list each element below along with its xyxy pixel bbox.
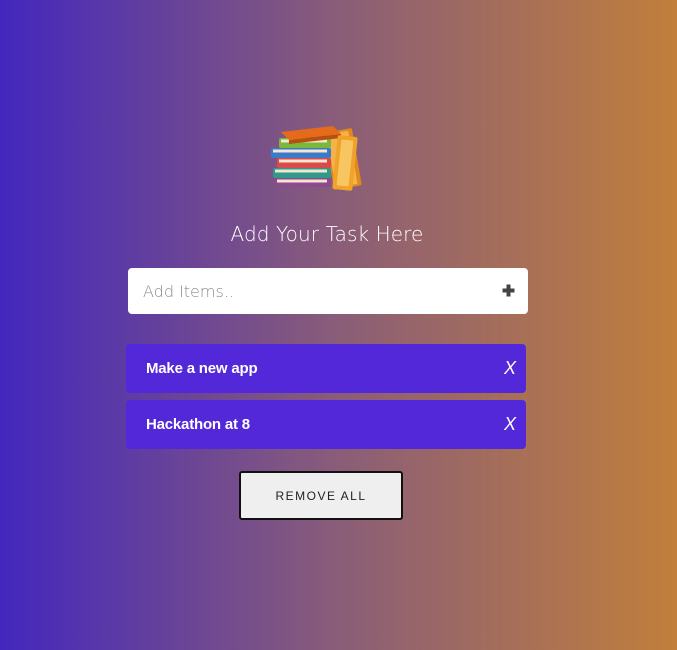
task-item: Make a new app X [126, 344, 526, 393]
remove-task-button[interactable]: X [504, 414, 516, 435]
task-list: Make a new app X Hackathon at 8 X [126, 344, 528, 449]
task-label: Make a new app [146, 360, 258, 377]
remove-task-button[interactable]: X [504, 358, 516, 379]
todo-app: Add Your Task Here Make a new app X Hack… [126, 120, 528, 520]
plus-icon[interactable] [501, 283, 516, 298]
add-item-box [128, 268, 528, 314]
task-label: Hackathon at 8 [146, 416, 250, 433]
task-item: Hackathon at 8 X [126, 400, 526, 449]
page-title: Add Your Task Here [230, 222, 424, 246]
add-item-input[interactable] [128, 268, 478, 314]
remove-all-button[interactable]: REMOVE ALL [239, 471, 403, 520]
books-stack-icon [269, 120, 369, 194]
